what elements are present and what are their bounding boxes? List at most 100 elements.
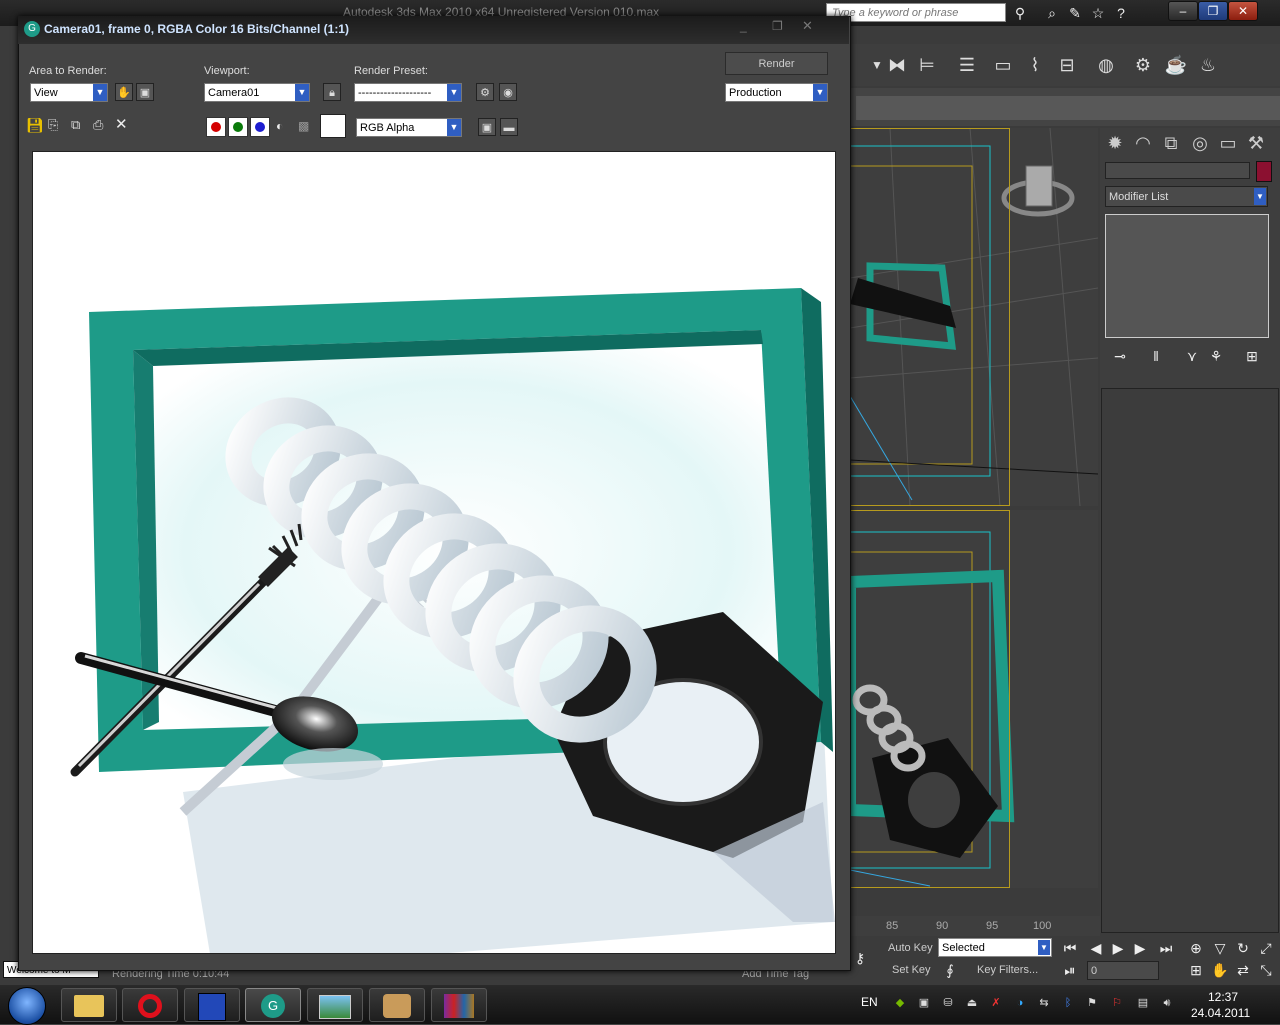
close-icon[interactable]: ✕ [802, 18, 813, 34]
key-filters-button[interactable]: Key Filters... [977, 964, 1038, 976]
image-viewer-task[interactable] [307, 988, 363, 1022]
maximize-viewport-icon[interactable]: ⤡ [1256, 960, 1276, 980]
previous-frame-icon[interactable]: ◀ [1086, 938, 1106, 958]
network-share-tray-icon[interactable]: ⇆ [1037, 996, 1051, 1010]
toggle-ui-overlay-icon[interactable]: ▣ [478, 118, 496, 136]
environment-icon[interactable]: ◉ [499, 83, 517, 101]
mirror-icon[interactable]: ⧓ [884, 52, 910, 78]
zoom-icon[interactable]: ⊕ [1186, 938, 1206, 958]
set-key-button[interactable]: Set Key [892, 964, 931, 976]
close-button[interactable]: ✕ [1228, 1, 1258, 21]
blue-channel-toggle[interactable] [250, 117, 270, 137]
volume-tray-icon[interactable]: 🔊︎ [1160, 996, 1174, 1010]
display-tray-icon[interactable]: ▣ [917, 996, 931, 1010]
nvidia-tray-icon[interactable]: ◆ [893, 996, 907, 1010]
viewport-top-right[interactable] [850, 128, 1098, 506]
action-center-tray-icon[interactable]: ⚐ [1110, 996, 1124, 1010]
align-icon[interactable]: ⊨ [914, 52, 940, 78]
usb-tray-icon[interactable]: ⛁ [941, 996, 955, 1010]
render-setup-icon[interactable]: ⚙ [1130, 52, 1156, 78]
clock-date[interactable]: 24.04.2011 [1191, 1006, 1250, 1020]
save-image-icon[interactable]: 💾︎ [26, 117, 44, 134]
alpha-channel-icon[interactable]: ◐ [276, 119, 283, 133]
clone-window-icon[interactable]: ⧉ [71, 117, 80, 133]
production-dropdown[interactable]: Production ▼ [725, 83, 828, 102]
explorer-task[interactable] [61, 988, 117, 1022]
roll-icon[interactable]: ⤢ [1256, 938, 1276, 958]
key-mode-dropdown[interactable]: Selected ▼ [938, 938, 1052, 957]
binoculars-icon[interactable]: ⚲ [1010, 3, 1030, 23]
minimize-button[interactable]: – [1168, 1, 1198, 21]
red-channel-toggle[interactable] [206, 117, 226, 137]
bluetooth-tray-icon[interactable]: ᛒ [1061, 996, 1075, 1010]
toggle-ui-icon[interactable]: ▬ [500, 118, 518, 136]
green-channel-toggle[interactable] [228, 117, 248, 137]
antivirus-tray-icon[interactable]: ✗ [989, 996, 1003, 1010]
display-settings-tray-icon[interactable]: ▤ [1136, 996, 1150, 1010]
search-input[interactable]: Type a keyword or phrase [826, 3, 1006, 22]
schematic-view-icon[interactable]: ⊟ [1054, 52, 1080, 78]
render-preset-dropdown[interactable]: -------------------- ▼ [354, 83, 462, 102]
display-tab-icon[interactable]: ▭ [1215, 130, 1241, 156]
walkthrough-icon[interactable]: ⇄ [1233, 960, 1253, 980]
go-to-end-icon[interactable]: ⏭ [1156, 938, 1176, 958]
hierarchy-tab-icon[interactable]: ⧉ [1158, 130, 1184, 156]
set-key-icon[interactable]: ∮ [940, 960, 960, 980]
render-production-icon[interactable]: ♨ [1195, 52, 1221, 78]
curve-editor-icon[interactable]: ⌇ [1022, 52, 1048, 78]
region-icon[interactable]: ▣ [136, 83, 154, 101]
zoom-extents-icon[interactable]: ⊞ [1186, 960, 1206, 980]
create-tab-icon[interactable]: ✹ [1102, 130, 1128, 156]
render-setup-icon[interactable]: ⚙ [476, 83, 494, 101]
rendered-frame-window-icon[interactable]: ☕ [1163, 52, 1189, 78]
floppy-task[interactable] [184, 988, 240, 1022]
minimize-icon[interactable]: _ [740, 19, 747, 33]
layer-manager-icon[interactable]: ☰ [954, 52, 980, 78]
make-unique-icon[interactable]: ⋎ [1182, 346, 1202, 366]
network-tray-icon[interactable]: ⚑ [1085, 996, 1099, 1010]
object-color-swatch[interactable] [1256, 161, 1272, 182]
downloads-task[interactable] [369, 988, 425, 1022]
orbit-icon[interactable]: ↻ [1233, 938, 1253, 958]
modifier-stack[interactable] [1105, 214, 1269, 338]
modifier-list-dropdown[interactable]: Modifier List ▼ [1105, 186, 1268, 207]
pan-hand-icon[interactable]: ✋ [115, 83, 133, 101]
viewport-bottom-right[interactable] [850, 510, 1098, 888]
lock-icon[interactable]: 🔒︎ [323, 83, 341, 101]
current-frame-field[interactable]: 0 [1087, 961, 1159, 980]
motion-tab-icon[interactable]: ◎ [1187, 130, 1213, 156]
next-frame-icon[interactable]: ▶ [1130, 938, 1150, 958]
configure-sets-icon[interactable]: ⊞ [1242, 346, 1262, 366]
clear-image-icon[interactable]: ✕ [115, 115, 128, 133]
winrar-task[interactable] [431, 988, 487, 1022]
viewport-dropdown[interactable]: Camera01 ▼ [204, 83, 310, 102]
graphite-ribbon-icon[interactable]: ▭ [990, 52, 1016, 78]
utilities-tab-icon[interactable]: ⚒ [1243, 130, 1269, 156]
key-mode-toggle-icon[interactable]: ⏯ [1060, 960, 1080, 980]
material-editor-icon[interactable]: ◍ [1093, 52, 1119, 78]
go-to-start-icon[interactable]: ⏮ [1060, 938, 1080, 958]
help-icon[interactable]: ? [1111, 3, 1131, 23]
play-icon[interactable]: ▶ [1108, 938, 1128, 958]
eject-tray-icon[interactable]: ⏏ [965, 996, 979, 1010]
search-icon[interactable]: ⌕ [1042, 3, 1062, 23]
remove-modifier-icon[interactable]: ⚘ [1206, 346, 1226, 366]
favorites-star-icon[interactable]: ☆ [1088, 3, 1108, 23]
monochrome-icon[interactable]: ▩ [298, 119, 309, 133]
fov-icon[interactable]: ▽ [1210, 938, 1230, 958]
pan-icon[interactable]: ✋ [1210, 960, 1230, 980]
render-button[interactable]: Render [725, 52, 828, 75]
communication-icon[interactable]: ✎ [1065, 3, 1085, 23]
swatch-color[interactable] [320, 114, 346, 138]
opera-task[interactable] [122, 988, 178, 1022]
clock-time[interactable]: 12:37 [1208, 990, 1238, 1004]
show-end-result-icon[interactable]: ‖ [1146, 346, 1166, 366]
print-image-icon[interactable]: ⎙ [93, 117, 103, 133]
pin-stack-icon[interactable]: ⊸ [1110, 346, 1130, 366]
3dsmax-task[interactable]: G [245, 988, 301, 1022]
object-name-field[interactable] [1105, 162, 1250, 179]
start-button[interactable] [8, 987, 46, 1025]
channel-display-dropdown[interactable]: RGB Alpha ▼ [356, 118, 462, 137]
update-tray-icon[interactable]: ◑ [1013, 996, 1027, 1010]
modify-tab-icon[interactable]: ◠ [1130, 130, 1156, 156]
